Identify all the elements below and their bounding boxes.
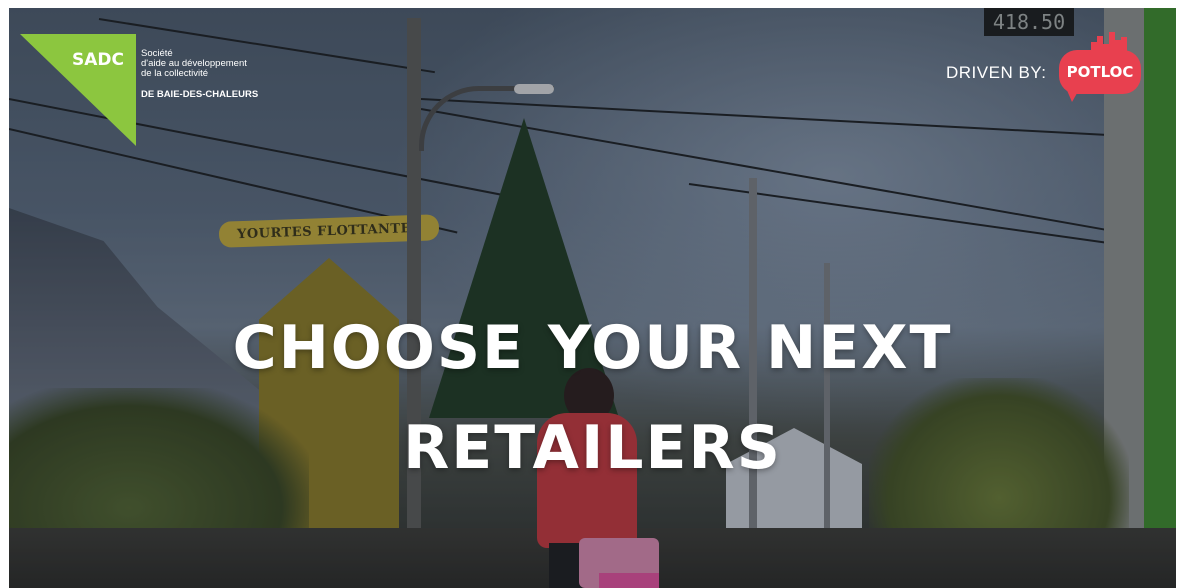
sadc-wordmark: SADC bbox=[72, 50, 124, 70]
potloc-speech-tail-icon bbox=[1066, 88, 1080, 102]
sadc-description-line-3: de la collectivité bbox=[141, 68, 209, 79]
headline-line-1: CHOOSE YOUR NEXT bbox=[232, 313, 953, 383]
sadc-description: Société d'aide au développement de la co… bbox=[141, 49, 301, 79]
hero-headline: CHOOSE YOUR NEXT RETAILERS bbox=[9, 298, 1176, 498]
sadc-region: DE BAIE-DES-CHALEURS bbox=[141, 89, 259, 100]
headline-line-2: RETAILERS bbox=[403, 413, 782, 483]
driven-by-label: DRIVEN BY: bbox=[946, 63, 1047, 82]
